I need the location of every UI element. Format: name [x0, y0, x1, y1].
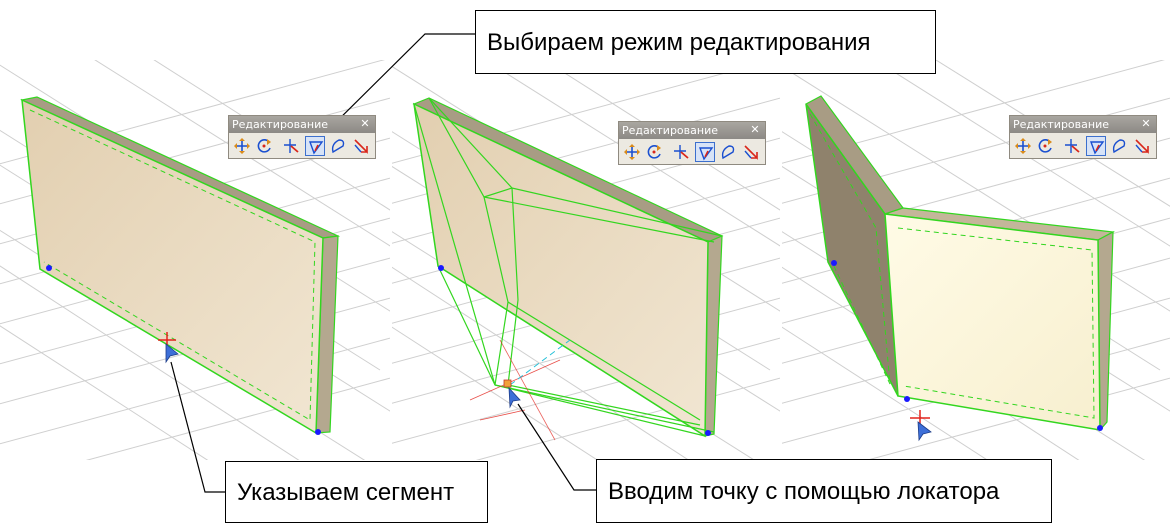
- toolbar-title: Редактирование: [619, 122, 765, 139]
- rotate-icon[interactable]: [255, 136, 275, 156]
- callout-pick-segment: Указываем сегмент: [225, 461, 488, 523]
- move-icon[interactable]: [1013, 136, 1033, 156]
- cursor-icon: [910, 410, 932, 442]
- edit-point-icon[interactable]: [672, 142, 692, 162]
- edit-segment-icon[interactable]: [305, 136, 325, 156]
- arc-icon[interactable]: [328, 136, 348, 156]
- edit-toolbar-1: Редактирование ✕: [228, 115, 376, 159]
- toolbar-title: Редактирование: [1010, 116, 1156, 133]
- edit-point-icon[interactable]: [1063, 136, 1083, 156]
- vertex-point: [831, 260, 837, 266]
- arc-icon[interactable]: [718, 142, 738, 162]
- break-icon[interactable]: [741, 142, 761, 162]
- rotate-icon[interactable]: [645, 142, 665, 162]
- break-icon[interactable]: [1132, 136, 1152, 156]
- break-icon[interactable]: [351, 136, 371, 156]
- vertex-point: [438, 265, 444, 271]
- move-icon[interactable]: [232, 136, 252, 156]
- callout-enter-point: Вводим точку с помощью локатора: [596, 459, 1052, 523]
- vertex-point: [46, 265, 52, 271]
- move-icon[interactable]: [622, 142, 642, 162]
- edit-segment-icon[interactable]: [1086, 136, 1106, 156]
- vertex-point: [315, 429, 321, 435]
- rotate-icon[interactable]: [1036, 136, 1056, 156]
- edit-point-icon[interactable]: [282, 136, 302, 156]
- 3d-viewport[interactable]: [0, 0, 1170, 523]
- edit-toolbar-3: Редактирование ✕: [1009, 115, 1157, 159]
- arc-icon[interactable]: [1109, 136, 1129, 156]
- vertex-point: [904, 396, 910, 402]
- close-icon[interactable]: ✕: [359, 116, 371, 133]
- vertex-point: [705, 430, 711, 436]
- vertex-point: [1097, 425, 1103, 431]
- close-icon[interactable]: ✕: [749, 122, 761, 139]
- toolbar-title: Редактирование: [229, 116, 375, 133]
- edit-segment-icon[interactable]: [695, 142, 715, 162]
- edit-toolbar-2: Редактирование ✕: [618, 121, 766, 165]
- callout-select-mode: Выбираем режим редактирования: [475, 10, 936, 74]
- close-icon[interactable]: ✕: [1140, 116, 1152, 133]
